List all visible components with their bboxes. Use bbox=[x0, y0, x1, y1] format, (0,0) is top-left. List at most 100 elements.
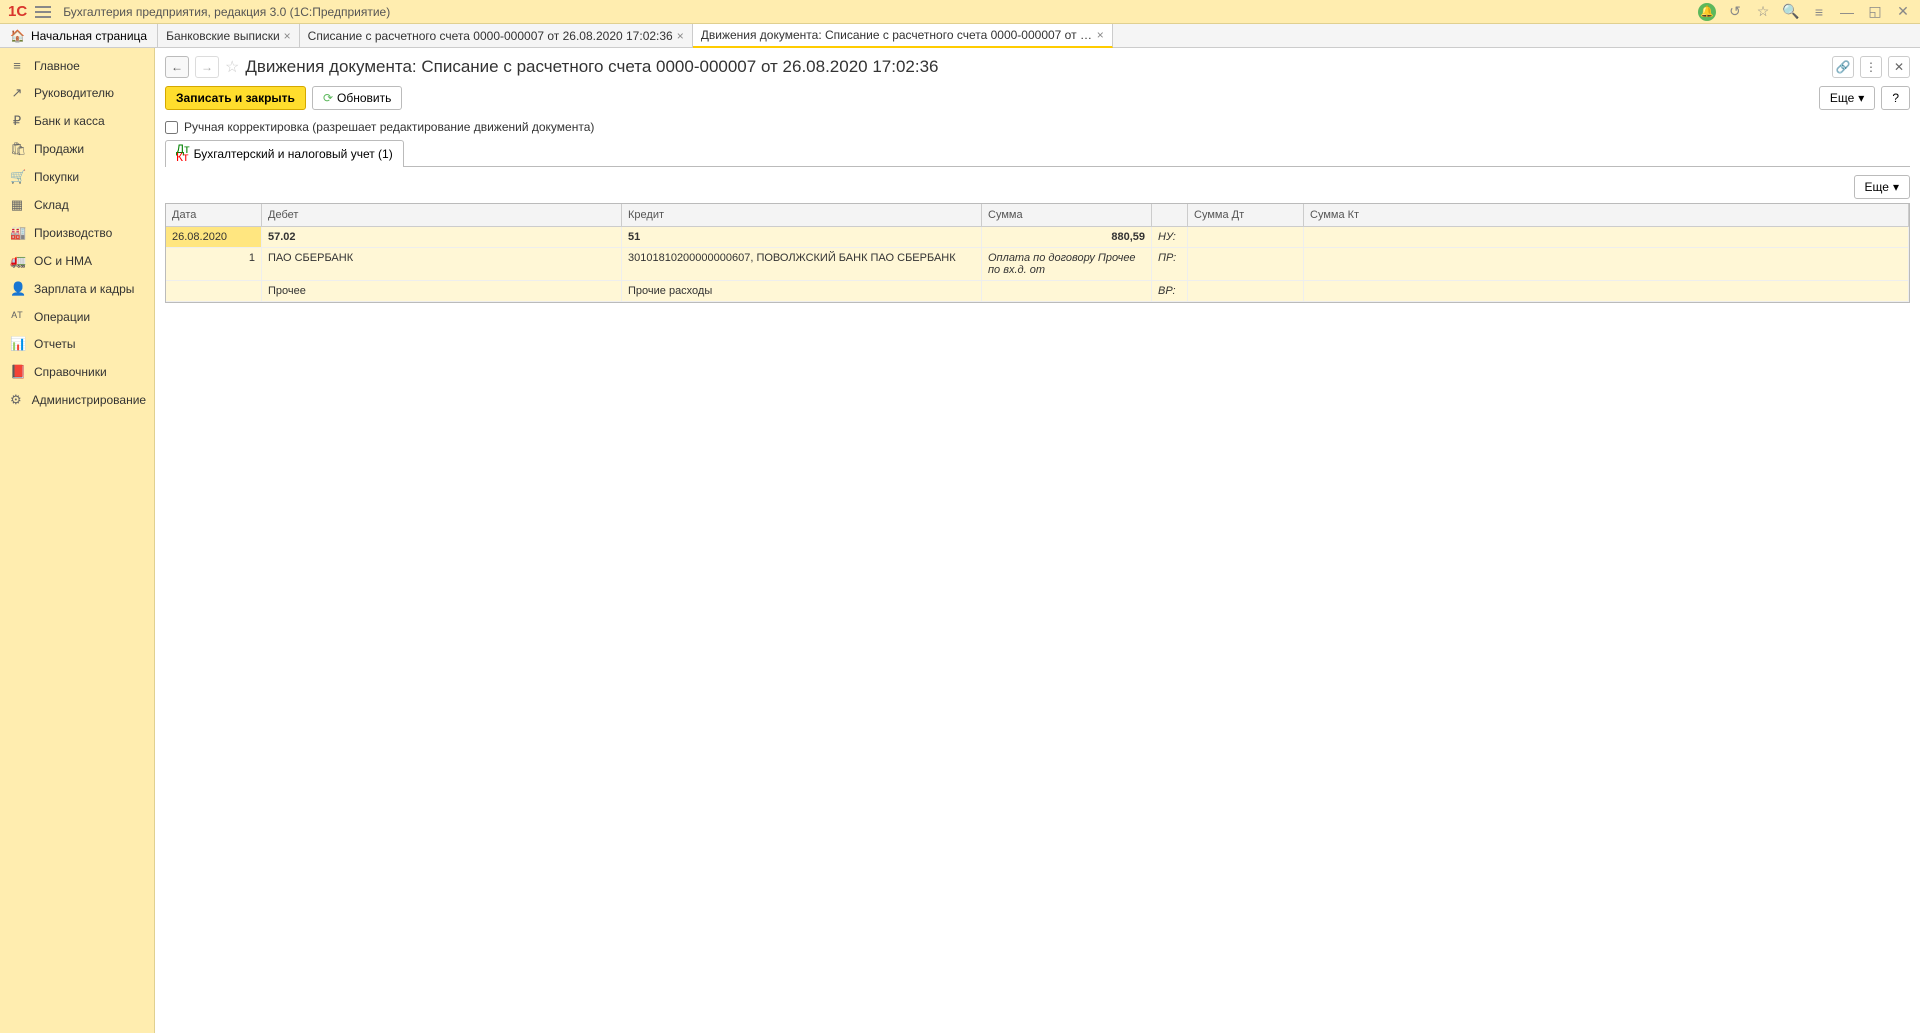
history-icon[interactable]: ↺ bbox=[1726, 3, 1744, 20]
minimize-icon[interactable]: — bbox=[1838, 4, 1856, 20]
star-icon[interactable]: ☆ bbox=[1754, 3, 1772, 20]
cell-sum-note: Оплата по договору Прочее по вх.д. от bbox=[982, 248, 1152, 280]
operations-icon: ᴬᵀ bbox=[10, 309, 24, 324]
col-sumkt[interactable]: Сумма Кт bbox=[1304, 204, 1909, 226]
cell-credit: 51 bbox=[622, 227, 982, 247]
chevron-down-icon: ▾ bbox=[1858, 91, 1864, 105]
sidebar-item-label: Зарплата и кадры bbox=[34, 282, 134, 296]
save-close-button[interactable]: Записать и закрыть bbox=[165, 86, 306, 110]
back-button[interactable]: ← bbox=[165, 56, 189, 78]
sidebar: ≡Главное ↗ Руководителю ₽Банк и касса 🛍Пр… bbox=[0, 48, 155, 1033]
restore-icon[interactable]: ◱ bbox=[1866, 3, 1884, 20]
logo-1c: 1C bbox=[8, 3, 27, 20]
tab-movements[interactable]: Движения документа: Списание с расчетног… bbox=[693, 24, 1113, 48]
cell-sum-empty bbox=[982, 281, 1152, 301]
col-sum[interactable]: Сумма bbox=[982, 204, 1152, 226]
refresh-button[interactable]: ⟳ Обновить bbox=[312, 86, 402, 110]
cell-credit-sub: 30101810200000000607, ПОВОЛЖСКИЙ БАНК ПА… bbox=[622, 248, 982, 280]
more-button[interactable]: Еще ▾ bbox=[1819, 86, 1875, 110]
sidebar-item-operations[interactable]: ᴬᵀ Операции bbox=[0, 303, 154, 330]
table-row[interactable]: Прочее Прочие расходы ВР: bbox=[166, 281, 1909, 302]
sidebar-item-purchases[interactable]: 🛒Покупки bbox=[0, 163, 154, 191]
sidebar-item-label: Руководителю bbox=[34, 86, 114, 100]
sidebar-item-directories[interactable]: 📕Справочники bbox=[0, 358, 154, 386]
help-button[interactable]: ? bbox=[1881, 86, 1910, 110]
cell-empty bbox=[166, 281, 262, 301]
sales-icon: 🛍 bbox=[10, 141, 24, 157]
tab-writeoff[interactable]: Списание с расчетного счета 0000-000007 … bbox=[300, 24, 693, 47]
menu-icon[interactable] bbox=[35, 6, 51, 18]
close-icon[interactable]: × bbox=[284, 29, 291, 43]
sidebar-item-production[interactable]: 🏭Производство bbox=[0, 219, 154, 247]
refresh-label: Обновить bbox=[337, 91, 391, 105]
directories-icon: 📕 bbox=[10, 364, 24, 380]
settings-icon[interactable]: ≡ bbox=[1810, 4, 1828, 20]
cell-num: 1 bbox=[166, 248, 262, 280]
sidebar-item-hr[interactable]: 👤 Зарплата и кадры bbox=[0, 275, 154, 303]
sidebar-item-bank[interactable]: ₽Банк и касса bbox=[0, 107, 154, 135]
table-row[interactable]: 1 ПАО СБЕРБАНК 30101810200000000607, ПОВ… bbox=[166, 248, 1909, 281]
home-tab[interactable]: 🏠 Начальная страница bbox=[0, 24, 158, 47]
sidebar-item-label: Операции bbox=[34, 310, 90, 324]
movements-grid: Дата Дебет Кредит Сумма Сумма Дт Сумма К… bbox=[165, 203, 1910, 303]
sidebar-item-sales[interactable]: 🛍Продажи bbox=[0, 135, 154, 163]
sidebar-item-main[interactable]: ≡Главное bbox=[0, 52, 154, 79]
col-sumdt[interactable]: Сумма Дт bbox=[1188, 204, 1304, 226]
table-row[interactable]: 26.08.2020 57.02 51 880,59 НУ: bbox=[166, 227, 1909, 248]
chevron-down-icon: ▾ bbox=[1893, 180, 1899, 194]
close-window-icon[interactable]: ✕ bbox=[1894, 3, 1912, 20]
cell-type: ПР: bbox=[1152, 248, 1188, 280]
more-label: Еще bbox=[1830, 91, 1854, 105]
grid-more-button[interactable]: Еще ▾ bbox=[1854, 175, 1910, 199]
sidebar-item-label: Главное bbox=[34, 59, 80, 73]
search-icon[interactable]: 🔍 bbox=[1782, 3, 1800, 20]
cell-sumkt bbox=[1304, 281, 1909, 301]
sidebar-item-warehouse[interactable]: ▦ Склад bbox=[0, 191, 154, 219]
favorite-icon[interactable]: ☆ bbox=[225, 57, 239, 77]
purchases-icon: 🛒 bbox=[10, 169, 24, 185]
admin-icon: ⚙ bbox=[10, 392, 22, 408]
close-icon[interactable]: × bbox=[1097, 28, 1104, 42]
col-debit[interactable]: Дебет bbox=[262, 204, 622, 226]
sidebar-item-label: Склад bbox=[34, 198, 69, 212]
warehouse-icon: ▦ bbox=[10, 197, 24, 213]
sidebar-item-manager[interactable]: ↗ Руководителю bbox=[0, 79, 154, 107]
notifications-icon[interactable]: 🔔 bbox=[1698, 3, 1716, 21]
bank-icon: ₽ bbox=[10, 113, 24, 129]
debit-credit-icon: ДтКт bbox=[176, 146, 190, 162]
tab-label: Движения документа: Списание с расчетног… bbox=[701, 28, 1093, 42]
sidebar-item-label: Отчеты bbox=[34, 337, 75, 351]
sidebar-item-admin[interactable]: ⚙ Администрирование bbox=[0, 386, 154, 414]
tab-label: Списание с расчетного счета 0000-000007 … bbox=[308, 29, 673, 43]
grid-header: Дата Дебет Кредит Сумма Сумма Дт Сумма К… bbox=[166, 204, 1909, 227]
col-credit[interactable]: Кредит bbox=[622, 204, 982, 226]
cell-sumkt bbox=[1304, 227, 1909, 247]
home-icon: 🏠 bbox=[10, 29, 25, 43]
accounting-tab[interactable]: ДтКт Бухгалтерский и налоговый учет (1) bbox=[165, 140, 404, 167]
assets-icon: 🚛 bbox=[10, 253, 24, 269]
close-content-icon[interactable]: ✕ bbox=[1888, 56, 1910, 78]
sidebar-item-label: Администрирование bbox=[32, 393, 146, 407]
cell-sum: 880,59 bbox=[982, 227, 1152, 247]
manager-icon: ↗ bbox=[10, 85, 24, 101]
manual-correction-label: Ручная корректировка (разрешает редактир… bbox=[184, 120, 594, 134]
sidebar-item-assets[interactable]: 🚛ОС и НМА bbox=[0, 247, 154, 275]
titlebar: 1C Бухгалтерия предприятия, редакция 3.0… bbox=[0, 0, 1920, 24]
sidebar-item-reports[interactable]: 📊Отчеты bbox=[0, 330, 154, 358]
forward-button[interactable]: → bbox=[195, 56, 219, 78]
tab-bank-statements[interactable]: Банковские выписки × bbox=[158, 24, 300, 47]
hr-icon: 👤 bbox=[10, 281, 24, 297]
page-title: Движения документа: Списание с расчетног… bbox=[245, 57, 938, 77]
close-icon[interactable]: × bbox=[677, 29, 684, 43]
accounting-tab-label: Бухгалтерский и налоговый учет (1) bbox=[194, 147, 393, 161]
more-icon[interactable]: ⋮ bbox=[1860, 56, 1882, 78]
manual-correction-checkbox[interactable] bbox=[165, 121, 178, 134]
content: ← → ☆ Движения документа: Списание с рас… bbox=[155, 48, 1920, 1033]
refresh-icon: ⟳ bbox=[323, 91, 333, 105]
cell-sumdt bbox=[1188, 227, 1304, 247]
cell-date: 26.08.2020 bbox=[166, 227, 262, 247]
grid-more-label: Еще bbox=[1865, 180, 1889, 194]
cell-credit-sub2: Прочие расходы bbox=[622, 281, 982, 301]
link-icon[interactable]: 🔗 bbox=[1832, 56, 1854, 78]
col-date[interactable]: Дата bbox=[166, 204, 262, 226]
